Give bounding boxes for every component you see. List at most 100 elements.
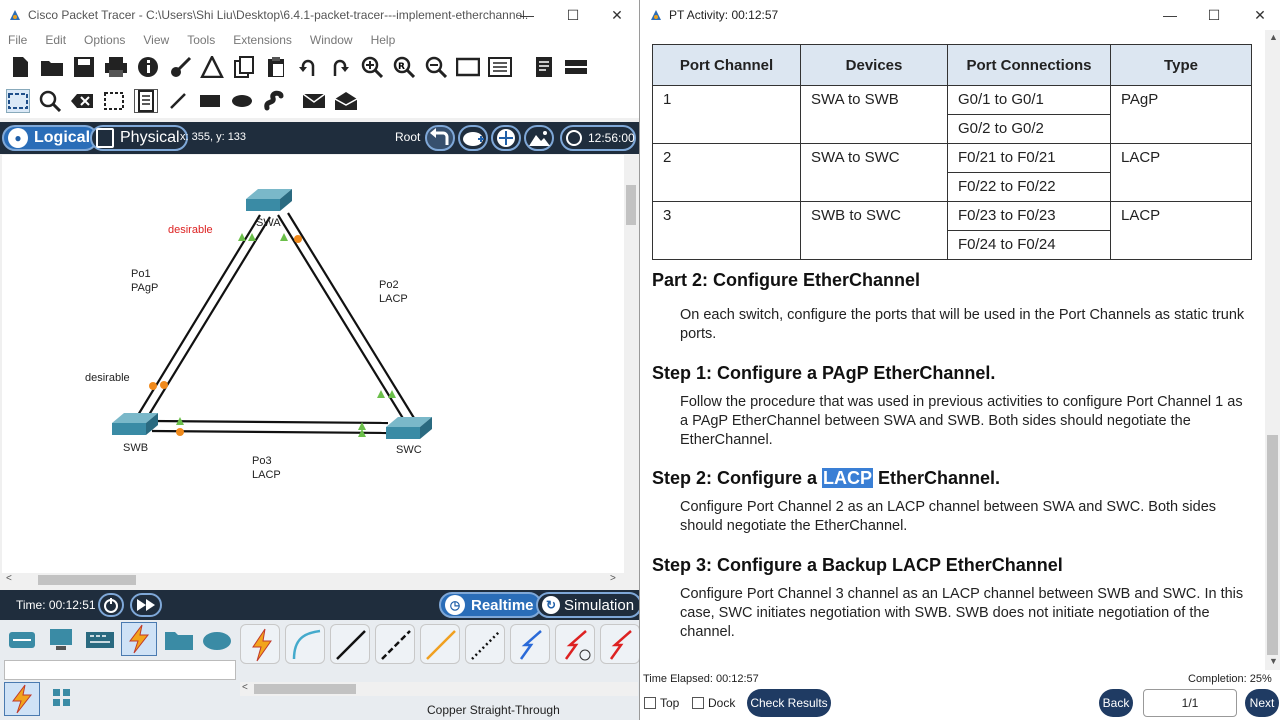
console-cable-icon[interactable] — [285, 624, 325, 664]
fiber-icon[interactable] — [420, 624, 460, 664]
menu-view[interactable]: View — [143, 33, 169, 47]
components-category-icon[interactable] — [83, 626, 117, 654]
back-arrow-icon[interactable] — [425, 125, 455, 151]
menu-extensions[interactable]: Extensions — [233, 33, 292, 47]
auto-connection-icon[interactable] — [240, 624, 280, 664]
switch-swa-icon[interactable] — [246, 189, 292, 211]
grid-icon[interactable] — [50, 686, 84, 714]
open-folder-icon[interactable] — [40, 55, 64, 79]
notes-icon[interactable] — [532, 55, 556, 79]
miscellaneous-category-icon[interactable] — [162, 626, 196, 654]
horizontal-scroll-thumb[interactable] — [38, 575, 136, 585]
activity-close-button[interactable]: ✕ — [1237, 0, 1280, 30]
link-po2[interactable] — [277, 212, 415, 421]
hardware-icon[interactable] — [564, 55, 588, 79]
link-po1[interactable] — [134, 214, 271, 424]
po2-label: Po2 — [379, 279, 399, 291]
power-cycle-icon[interactable] — [98, 593, 124, 617]
phone-cable-icon[interactable] — [465, 624, 505, 664]
add-complex-pdu-icon[interactable] — [334, 89, 358, 113]
packet-tracer-icon — [8, 8, 22, 22]
activity-wizard-icon[interactable] — [200, 55, 224, 79]
switch-swc-icon[interactable] — [386, 417, 432, 439]
zoom-out-icon[interactable] — [424, 55, 448, 79]
viewport-clock[interactable]: 12:56:00 — [560, 125, 636, 151]
vertical-scroll-thumb[interactable] — [626, 185, 636, 225]
drawing-palette-icon[interactable] — [456, 55, 480, 79]
freeform-icon[interactable] — [262, 89, 286, 113]
copper-cross-over-icon[interactable] — [375, 624, 415, 664]
connections-category-icon[interactable] — [121, 622, 157, 656]
serial-dce-icon[interactable] — [555, 624, 595, 664]
close-button[interactable]: ✕ — [594, 0, 639, 30]
device-type-search[interactable] — [4, 660, 236, 680]
delete-icon[interactable] — [70, 89, 94, 113]
workspace-vertical-scrollbar[interactable] — [624, 155, 638, 573]
logical-workspace[interactable]: SWA SWB SWC desirable desirable Po1 PAgP… — [2, 155, 624, 573]
maximize-button[interactable]: ☐ — [550, 0, 596, 30]
scroll-left-icon[interactable]: < — [6, 573, 12, 584]
zoom-in-icon[interactable] — [360, 55, 384, 79]
menu-window[interactable]: Window — [310, 33, 353, 47]
activity-minimize-button[interactable]: — — [1147, 0, 1193, 30]
connection-type-icon[interactable] — [4, 682, 40, 716]
menu-help[interactable]: Help — [371, 33, 396, 47]
scroll-up-icon[interactable]: ▲ — [1269, 32, 1278, 42]
check-results-button[interactable]: Check Results — [747, 689, 831, 717]
coaxial-icon[interactable] — [510, 624, 550, 664]
multiuser-category-icon[interactable] — [200, 626, 234, 654]
physical-tab[interactable]: Physical — [90, 125, 188, 151]
link-po3[interactable] — [151, 419, 389, 435]
draw-rectangle-icon[interactable] — [198, 89, 222, 113]
network-wizard-icon[interactable] — [168, 55, 192, 79]
new-file-icon[interactable] — [8, 55, 32, 79]
select-icon[interactable] — [6, 89, 30, 113]
top-checkbox[interactable] — [644, 697, 656, 709]
undo-icon[interactable] — [296, 55, 320, 79]
draw-ellipse-icon[interactable] — [230, 89, 254, 113]
back-button[interactable]: Back — [1099, 689, 1133, 717]
palette-scroll-thumb[interactable] — [254, 684, 356, 694]
menu-edit[interactable]: Edit — [45, 33, 66, 47]
workspace-horizontal-scrollbar[interactable]: < > — [2, 573, 624, 587]
menu-tools[interactable]: Tools — [187, 33, 215, 47]
serial-dte-icon[interactable] — [600, 624, 639, 664]
minimize-button[interactable]: — — [504, 0, 550, 30]
custom-devices-icon[interactable] — [488, 55, 512, 79]
palette-scrollbar[interactable]: < — [240, 682, 638, 696]
realtime-mode-button[interactable]: ◷ Realtime — [439, 592, 542, 618]
fast-forward-icon[interactable] — [130, 593, 162, 617]
place-note-icon[interactable] — [134, 89, 158, 113]
copy-icon[interactable] — [232, 55, 256, 79]
background-image-icon[interactable] — [524, 125, 554, 151]
zoom-reset-icon[interactable]: R — [392, 55, 416, 79]
logical-tab[interactable]: ● Logical — [2, 125, 99, 151]
print-icon[interactable] — [104, 55, 128, 79]
save-icon[interactable] — [72, 55, 96, 79]
menu-file[interactable]: File — [8, 33, 27, 47]
menu-options[interactable]: Options — [84, 33, 125, 47]
scroll-down-icon[interactable]: ▼ — [1269, 656, 1278, 666]
activity-maximize-button[interactable]: ☐ — [1191, 0, 1237, 30]
table-cell: LACP — [1110, 201, 1252, 260]
cloud-add-icon[interactable] — [458, 125, 488, 151]
instructions-scroll-thumb[interactable] — [1267, 435, 1278, 655]
info-icon[interactable] — [136, 55, 160, 79]
end-devices-category-icon[interactable] — [44, 626, 78, 654]
network-devices-category-icon[interactable] — [5, 626, 39, 654]
inspect-icon[interactable] — [38, 89, 62, 113]
paste-icon[interactable] — [264, 55, 288, 79]
redo-icon[interactable] — [328, 55, 352, 79]
palette-scroll-left-icon[interactable]: < — [242, 682, 248, 693]
simulation-mode-button[interactable]: ↻ Simulation — [536, 592, 639, 618]
scroll-right-icon[interactable]: > — [610, 573, 616, 584]
copper-straight-through-icon[interactable] — [330, 624, 370, 664]
resize-shape-icon[interactable] — [102, 89, 126, 113]
next-button[interactable]: Next — [1245, 689, 1279, 717]
move-object-icon[interactable] — [491, 125, 521, 151]
draw-line-icon[interactable] — [166, 89, 190, 113]
switch-swb-icon[interactable] — [112, 413, 158, 435]
add-simple-pdu-icon[interactable] — [302, 89, 326, 113]
dock-checkbox[interactable] — [692, 697, 704, 709]
instructions-scrollbar[interactable]: ▲ ▼ — [1265, 30, 1280, 670]
